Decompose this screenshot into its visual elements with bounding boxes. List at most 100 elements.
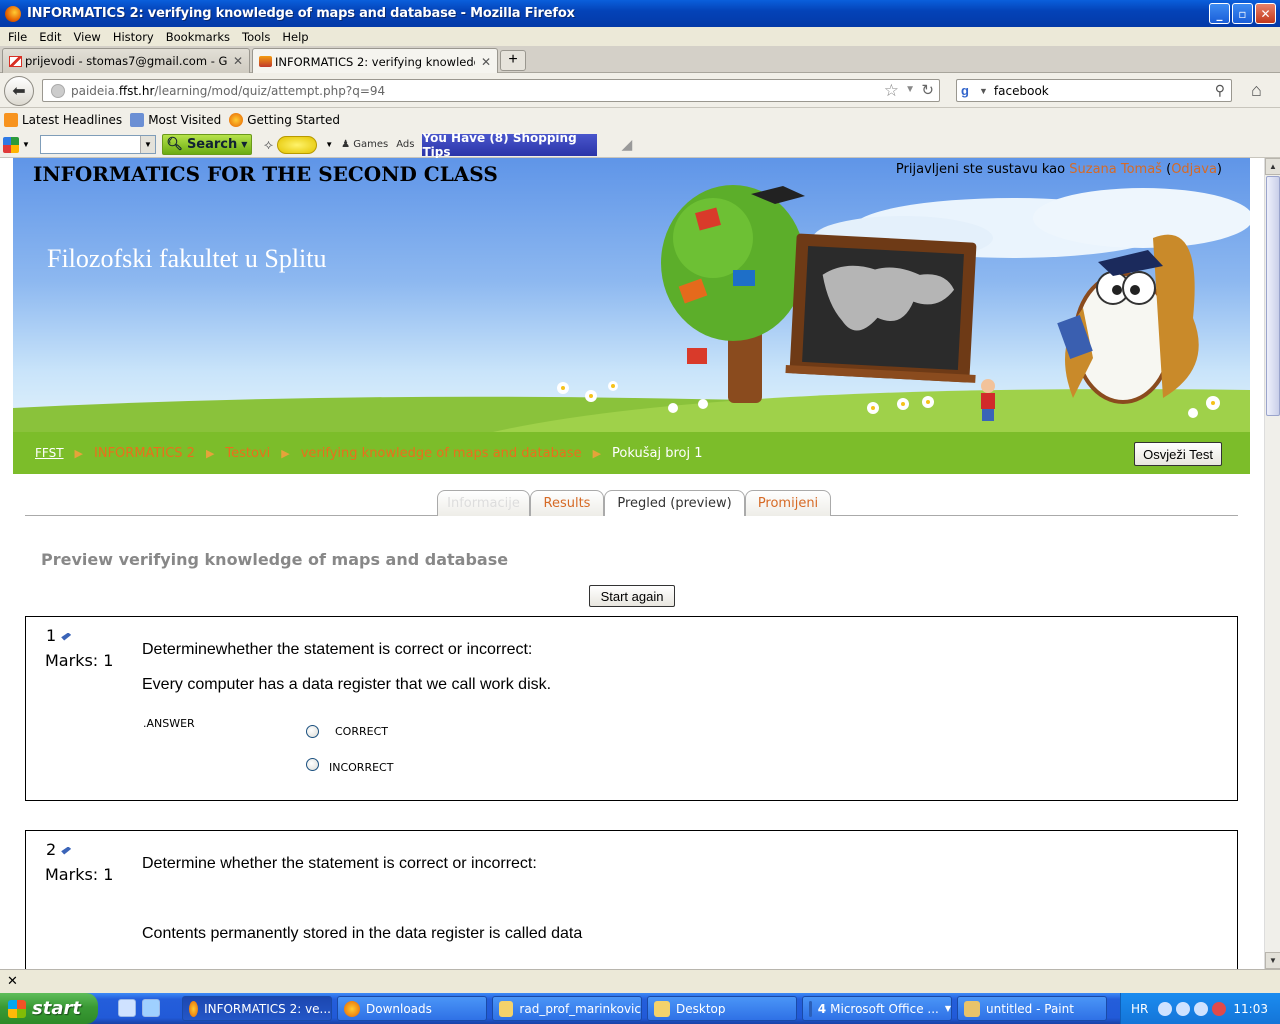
tab-close-icon[interactable]: ✕ — [481, 55, 491, 69]
tray-display-icon[interactable] — [1194, 1001, 1209, 1016]
user-profile-link[interactable]: Suzana Tomaš — [1069, 162, 1162, 177]
breadcrumb-quiz[interactable]: verifying knowledge of maps and database — [301, 446, 582, 461]
breadcrumb-ffst[interactable]: FFST — [35, 446, 64, 460]
addon-logo-icon[interactable] — [3, 136, 19, 153]
option-label[interactable]: INCORRECT — [329, 761, 393, 774]
bookmark-getting-started[interactable]: Getting Started — [229, 113, 344, 127]
search-engine-dropdown-icon[interactable]: ▼ — [979, 86, 988, 96]
minimize-button[interactable]: _ — [1209, 3, 1230, 24]
menu-history[interactable]: History — [107, 30, 160, 44]
eraser-icon[interactable]: ◢ — [621, 136, 632, 153]
logout-link[interactable]: Odjava — [1171, 162, 1217, 177]
breadcrumb-separator-icon: ▶ — [281, 447, 290, 460]
radio-correct[interactable] — [306, 725, 319, 738]
tab-informatics[interactable]: INFORMATICS 2: verifying knowledge of ..… — [252, 48, 498, 74]
address-bar[interactable]: paideia.ffst.hr/learning/mod/quiz/attemp… — [42, 79, 940, 102]
taskbar-desktop[interactable]: Desktop — [647, 996, 797, 1021]
page-content: INFORMATICS FOR THE SECOND CLASS Filozof… — [0, 158, 1264, 969]
page-scrollbar[interactable]: ▲ ▼ — [1264, 158, 1280, 969]
url-text[interactable]: paideia.ffst.hr/learning/mod/quiz/attemp… — [71, 84, 385, 98]
smiley-icon[interactable] — [277, 135, 318, 154]
bookmark-most-visited[interactable]: Most Visited — [130, 113, 225, 127]
question-statement: Contents permanently stored in the data … — [142, 925, 583, 942]
back-arrow-icon: ⬅ — [12, 83, 26, 100]
menu-bookmarks[interactable]: Bookmarks — [160, 30, 236, 44]
windows-taskbar: start INFORMATICS 2: ve... Downloads rad… — [0, 993, 1280, 1024]
scroll-thumb[interactable] — [1266, 176, 1280, 416]
back-button[interactable]: ⬅ — [4, 76, 34, 106]
option-incorrect[interactable]: INCORRECT — [306, 755, 393, 774]
start-button[interactable]: start — [0, 993, 98, 1024]
menu-edit[interactable]: Edit — [33, 30, 67, 44]
shopping-tips-button[interactable]: You Have (8) Shopping Tips — [422, 131, 598, 159]
tab-gmail[interactable]: prijevodi - stomas7@gmail.com - Gmail ✕ — [2, 48, 250, 73]
games-button[interactable]: ♟ Games — [341, 139, 388, 150]
close-button[interactable]: ✕ — [1255, 3, 1276, 24]
ie-icon[interactable] — [142, 999, 160, 1017]
navigation-bar: ⬅ paideia.ffst.hr/learning/mod/quiz/atte… — [0, 73, 1280, 108]
smiley-dropdown-icon[interactable]: ▼ — [325, 140, 333, 149]
reload-icon[interactable]: ↻ — [921, 81, 934, 99]
tab-close-icon[interactable]: ✕ — [233, 54, 243, 68]
magnifier-icon[interactable]: ⚲ — [1215, 82, 1225, 99]
toolbar-search-button[interactable]: 🔍︎ Search ▼ — [161, 134, 252, 155]
chevron-down-icon[interactable]: ▼ — [139, 136, 155, 153]
clock[interactable]: 11:03 — [1233, 1002, 1268, 1016]
taskbar-folder-rad[interactable]: rad_prof_marinkovic — [492, 996, 642, 1021]
tab-edit[interactable]: Promijeni — [745, 490, 831, 516]
find-bar: ✕ — [0, 969, 1280, 993]
moodle-icon — [259, 56, 272, 67]
breadcrumb-separator-icon: ▶ — [592, 447, 602, 460]
taskbar-office-group[interactable]: 4 Microsoft Office ... ▼ — [802, 996, 952, 1021]
option-correct[interactable]: CORRECT — [306, 725, 388, 738]
bookmark-star-icon[interactable]: ☆ — [884, 81, 899, 101]
tray-security-icon[interactable] — [1212, 1001, 1227, 1016]
language-indicator[interactable]: HR — [1131, 1002, 1148, 1016]
search-input[interactable]: g ▼ facebook ⚲ — [956, 79, 1232, 102]
menu-tools[interactable]: Tools — [236, 30, 276, 44]
edit-question-icon[interactable] — [61, 846, 72, 855]
taskbar-firefox-informatics[interactable]: INFORMATICS 2: ve... — [182, 996, 332, 1021]
taskbar-downloads[interactable]: Downloads — [337, 996, 487, 1021]
system-tray: HR 11:03 — [1120, 993, 1280, 1024]
refresh-test-button[interactable]: Osvježi Test — [1134, 442, 1222, 466]
menu-file[interactable]: File — [2, 30, 33, 44]
tray-network-icon[interactable] — [1176, 1001, 1191, 1016]
site-identity-icon[interactable] — [51, 83, 65, 98]
menu-view[interactable]: View — [68, 30, 107, 44]
addon-toolbar: ▼ ▼ 🔍︎ Search ▼ ⟡ ▼ ♟ Games Ads You Have (… — [0, 131, 1280, 159]
scroll-down-icon[interactable]: ▼ — [1265, 952, 1280, 969]
radio-incorrect[interactable] — [306, 758, 319, 771]
addon-dropdown-icon[interactable]: ▼ — [22, 140, 30, 149]
page-title: Preview verifying knowledge of maps and … — [41, 550, 509, 569]
scroll-up-icon[interactable]: ▲ — [1265, 158, 1280, 175]
tab-results[interactable]: Results — [530, 490, 604, 516]
edit-question-icon[interactable] — [61, 632, 72, 641]
new-tab-button[interactable]: + — [500, 50, 526, 71]
breadcrumb-tests[interactable]: Testovi — [225, 446, 270, 461]
question-number: 1 — [46, 626, 72, 645]
bookmark-latest-headlines[interactable]: Latest Headlines — [4, 113, 126, 127]
tab-preview[interactable]: Pregled (preview) — [604, 490, 745, 516]
quicklaunch-icon[interactable] — [118, 999, 136, 1017]
home-icon[interactable]: ⌂ — [1251, 80, 1262, 101]
taskbar-paint[interactable]: untitled - Paint — [957, 996, 1107, 1021]
search-query[interactable]: facebook — [994, 84, 1049, 98]
google-icon[interactable]: g — [961, 83, 977, 99]
close-findbar-icon[interactable]: ✕ — [7, 973, 18, 989]
word-icon — [809, 1000, 812, 1017]
window-title-bar: INFORMATICS 2: verifying knowledge of ma… — [0, 0, 1280, 27]
menu-help[interactable]: Help — [276, 30, 314, 44]
start-again-button[interactable]: Start again — [589, 585, 675, 607]
site-title: INFORMATICS FOR THE SECOND CLASS — [33, 162, 498, 186]
site-banner: INFORMATICS FOR THE SECOND CLASS Filozof… — [13, 158, 1250, 432]
breadcrumb-course[interactable]: INFORMATICS 2 — [94, 446, 195, 461]
tray-arrow-icon[interactable] — [1158, 1001, 1173, 1016]
option-label[interactable]: CORRECT — [335, 725, 388, 738]
window-title: INFORMATICS 2: verifying knowledge of ma… — [27, 6, 575, 21]
url-dropdown-icon[interactable]: ▼ — [905, 84, 915, 95]
toolbar-search-input[interactable]: ▼ — [39, 135, 156, 154]
bookmarks-toolbar: Latest Headlines Most Visited Getting St… — [0, 108, 1280, 132]
ads-button[interactable]: Ads — [396, 139, 414, 150]
maximize-button[interactable]: ▫ — [1232, 3, 1253, 24]
